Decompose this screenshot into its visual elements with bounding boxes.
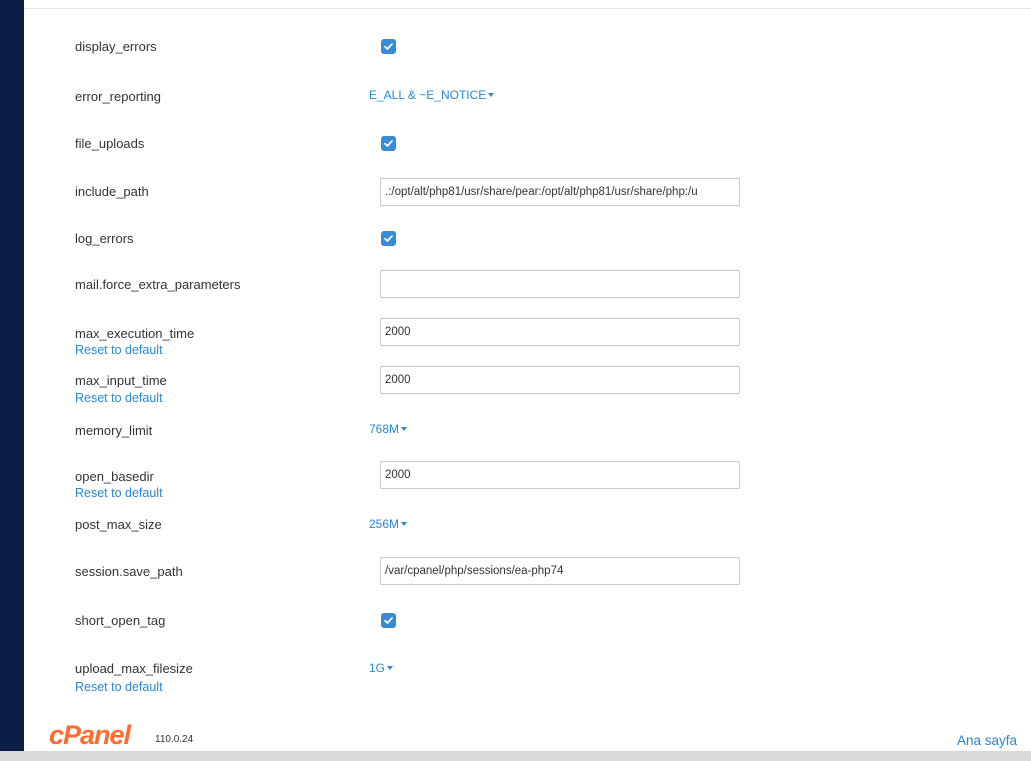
error-reporting-dropdown[interactable]: E_ALL & ~E_NOTICE [369,88,495,102]
checkmark-icon [384,43,393,50]
dropdown-value: 256M [369,517,400,531]
setting-label: max_execution_time [75,326,195,341]
setting-label: file_uploads [75,136,145,151]
short-open-tag-checkbox[interactable] [381,613,396,628]
reset-to-default-link[interactable]: Reset to default [75,486,163,500]
setting-label: display_errors [75,39,157,54]
caret-down-icon [387,665,394,670]
reset-to-default-link[interactable]: Reset to default [75,343,163,357]
checkmark-icon [384,235,393,242]
setting-label: log_errors [75,231,134,246]
open-basedir-input[interactable] [380,461,740,489]
checkmark-icon [384,617,393,624]
caret-down-icon [401,426,408,431]
version-number: 110.0.24 [155,734,194,745]
file-uploads-checkbox[interactable] [381,136,396,151]
setting-label: include_path [75,184,149,199]
setting-label: upload_max_filesize [75,661,193,676]
dropdown-value: 1G [369,661,386,675]
caret-down-icon [488,92,495,97]
header-divider [24,0,1031,9]
setting-label: error_reporting [75,89,161,104]
setting-label: post_max_size [75,517,162,532]
setting-label: session.save_path [75,564,183,579]
memory-limit-dropdown[interactable]: 768M [369,422,408,436]
setting-label: mail.force_extra_parameters [75,277,241,292]
max-execution-time-input[interactable] [380,318,740,346]
setting-label: short_open_tag [75,613,166,628]
session-save-path-input[interactable] [380,557,740,585]
log-errors-checkbox[interactable] [381,231,396,246]
sidebar-edge [0,0,24,761]
reset-to-default-link[interactable]: Reset to default [75,391,163,405]
include-path-input[interactable] [380,178,740,206]
post-max-size-dropdown[interactable]: 256M [369,517,408,531]
bottom-edge [0,751,1031,761]
home-link[interactable]: Ana sayfa [957,733,1017,748]
display-errors-checkbox[interactable] [381,39,396,54]
mail-force-extra-parameters-input[interactable] [380,270,740,298]
setting-label: open_basedir [75,469,154,484]
caret-down-icon [401,521,408,526]
dropdown-value: E_ALL & ~E_NOTICE [369,88,487,102]
cpanel-logo[interactable]: cPanel [49,722,131,749]
upload-max-filesize-dropdown[interactable]: 1G [369,661,394,675]
checkmark-icon [384,140,393,147]
setting-label: memory_limit [75,423,153,438]
dropdown-value: 768M [369,422,400,436]
setting-label: max_input_time [75,373,167,388]
max-input-time-input[interactable] [380,366,740,394]
reset-to-default-link[interactable]: Reset to default [75,680,163,694]
